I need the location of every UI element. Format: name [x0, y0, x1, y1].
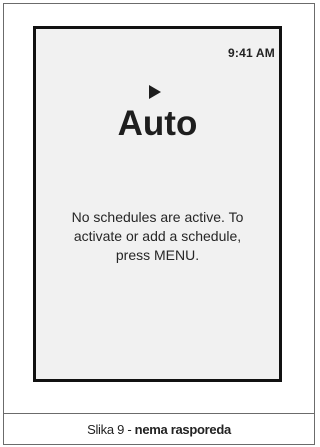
schedule-message: No schedules are active. To activate or …	[42, 208, 273, 265]
figure-caption: Slika 9 - nema rasporeda	[4, 414, 314, 444]
figure-frame: 9:41 AM Auto No schedules are active. To…	[3, 3, 315, 445]
message-line-2: activate or add a schedule,	[73, 228, 242, 244]
play-triangle-icon	[149, 85, 161, 99]
message-line-1: No schedules are active. To	[71, 209, 244, 225]
clock-time: 9:41 AM	[228, 46, 275, 60]
caption-prefix: Slika 9 -	[87, 421, 135, 437]
caption-title: nema rasporeda	[134, 421, 232, 437]
figure-image-cell: 9:41 AM Auto No schedules are active. To…	[4, 4, 314, 414]
message-line-3: press MENU.	[115, 247, 200, 263]
thermostat-screen: 9:41 AM Auto No schedules are active. To…	[33, 26, 282, 382]
mode-title: Auto	[117, 104, 198, 143]
